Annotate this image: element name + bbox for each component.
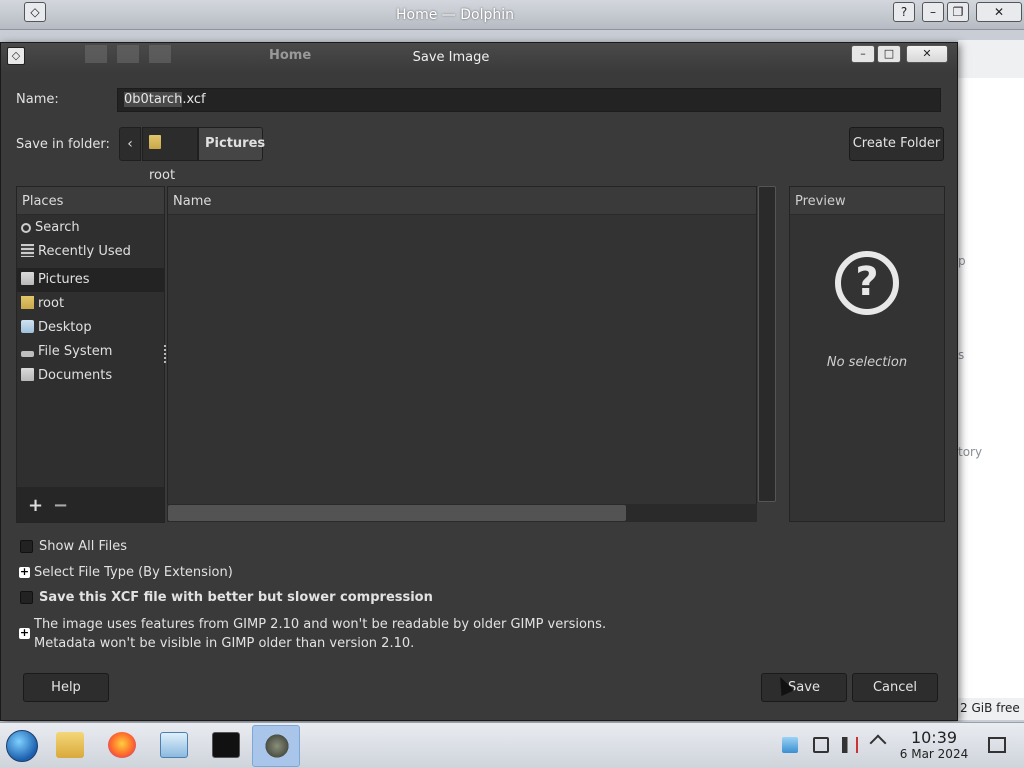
background-window-title: Home — Dolphin: [395, 7, 514, 23]
taskbar-terminal[interactable]: [202, 725, 250, 767]
help-button[interactable]: ?: [893, 2, 915, 22]
preview-panel: Preview ? No selection: [789, 186, 945, 522]
add-bookmark-icon[interactable]: +: [28, 495, 43, 516]
preview-header: Preview: [790, 187, 944, 215]
background-content: p s tory: [958, 78, 1024, 718]
compat-line-1: The image uses features from GIMP 2.10 a…: [34, 617, 607, 632]
taskbar-file-manager[interactable]: [46, 725, 94, 767]
save-image-dialog: ◇ Home Save Image – □ ✕ Name: 0b0tarch.x…: [0, 42, 958, 721]
terminal-icon: [212, 732, 240, 758]
firefox-icon: [108, 732, 136, 758]
filename-extension: .xcf: [182, 92, 206, 107]
cancel-button[interactable]: Cancel: [852, 673, 938, 702]
places-toolbar: + −: [17, 487, 164, 522]
breadcrumb-pictures[interactable]: Pictures: [198, 127, 265, 161]
create-folder-button[interactable]: Create Folder: [849, 127, 944, 161]
folder-icon: [21, 368, 34, 381]
taskbar-firefox[interactable]: [98, 725, 146, 767]
ghost-text: tory: [958, 445, 983, 459]
place-root[interactable]: root: [17, 292, 164, 316]
folder-icon: [56, 732, 84, 758]
maximize-icon[interactable]: □: [877, 45, 901, 63]
no-selection-text: No selection: [826, 355, 908, 370]
save-in-folder-label: Save in folder:: [16, 137, 110, 152]
place-documents[interactable]: Documents: [17, 364, 164, 388]
better-compression-checkbox[interactable]: [20, 591, 33, 604]
settings-icon: [160, 732, 188, 758]
file-list[interactable]: Name: [167, 186, 757, 522]
dialog-titlebar: ◇ Home Save Image – □ ✕: [1, 43, 957, 73]
home-folder-icon: [21, 296, 34, 309]
filename-input[interactable]: 0b0tarch.xcf: [117, 88, 941, 112]
show-desktop-icon[interactable]: [988, 737, 1006, 753]
remove-bookmark-icon[interactable]: −: [53, 495, 68, 516]
filename-selected-text: 0b0tarch: [124, 92, 183, 107]
free-space-label: 2 GiB free: [958, 698, 1024, 720]
desktop-icon: [21, 320, 34, 333]
close-icon[interactable]: ✕: [976, 2, 1022, 22]
search-icon: [21, 223, 31, 233]
expander-plus-icon[interactable]: +: [19, 627, 30, 639]
name-column-header[interactable]: Name: [168, 187, 756, 215]
clock-time: 10:39: [910, 728, 958, 747]
expander-plus-icon[interactable]: +: [19, 566, 30, 578]
breadcrumb-back-icon[interactable]: ‹: [119, 127, 141, 161]
horizontal-scrollbar-thumb[interactable]: [168, 505, 626, 521]
name-label: Name:: [16, 92, 59, 107]
select-file-type-expander[interactable]: Select File Type (By Extension): [34, 565, 233, 580]
place-desktop[interactable]: Desktop: [17, 316, 164, 340]
home-folder-icon: [149, 135, 161, 149]
ghost-text: p: [958, 254, 966, 268]
clock-date: 6 Mar 2024: [899, 747, 969, 761]
taskbar-gimp[interactable]: [252, 725, 300, 767]
folder-icon: [21, 272, 34, 285]
recent-icon: [21, 244, 34, 257]
places-panel: Places Search Recently Used Pictures roo…: [16, 186, 165, 523]
volume-muted-icon[interactable]: [842, 737, 858, 753]
gimp-icon: [263, 733, 291, 759]
taskbar-system-settings[interactable]: [150, 725, 198, 767]
show-all-files-checkbox[interactable]: [20, 540, 33, 553]
vertical-scrollbar[interactable]: [758, 186, 776, 502]
minimize-icon[interactable]: –: [922, 2, 944, 22]
place-pictures[interactable]: Pictures: [17, 268, 164, 292]
place-recently-used[interactable]: Recently Used: [17, 240, 164, 264]
chevron-up-icon[interactable]: [869, 734, 887, 752]
dialog-title: Save Image: [412, 50, 490, 65]
taskbar: 10:39 6 Mar 2024: [0, 722, 1024, 768]
notes-icon[interactable]: [813, 737, 829, 753]
ghost-text: s: [958, 348, 965, 362]
clock[interactable]: 10:39 6 Mar 2024: [894, 728, 974, 761]
close-icon[interactable]: ✕: [906, 45, 948, 63]
help-button[interactable]: Help: [23, 673, 109, 702]
better-compression-label[interactable]: Save this XCF file with better but slowe…: [39, 590, 433, 605]
maximize-icon[interactable]: ❐: [947, 2, 969, 22]
minimize-icon[interactable]: –: [851, 45, 875, 63]
show-all-files-label[interactable]: Show All Files: [39, 539, 127, 554]
background-window-titlebar: ◇ Home — Dolphin ? – ❐ ✕: [0, 0, 1024, 30]
place-search[interactable]: Search: [17, 216, 164, 240]
places-header: Places: [17, 187, 164, 215]
background-toolbar: [958, 40, 1024, 78]
compat-line-2: Metadata won't be visible in GIMP older …: [34, 636, 415, 651]
breadcrumb-root[interactable]: root: [142, 127, 198, 183]
start-menu-icon[interactable]: [6, 730, 38, 762]
place-file-system[interactable]: File System: [17, 340, 164, 364]
question-mark-icon: ?: [835, 251, 899, 315]
clipboard-icon[interactable]: [782, 737, 798, 753]
save-button[interactable]: Save: [761, 673, 847, 702]
drive-icon: [21, 351, 34, 357]
